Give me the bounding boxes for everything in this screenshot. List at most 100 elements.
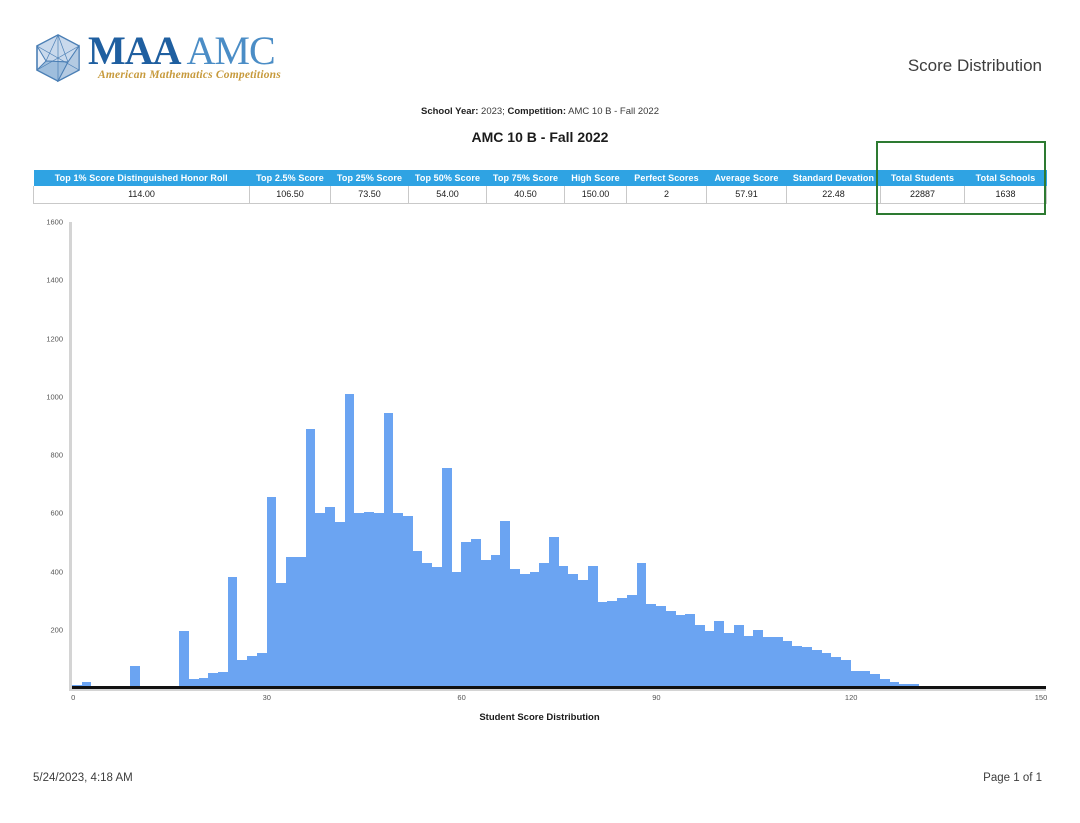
histogram-bar xyxy=(704,631,715,688)
table-header-row: Top 1% Score Distinguished Honor Roll Top… xyxy=(33,170,1047,186)
histogram-bar xyxy=(500,520,511,688)
table-cell: 2 xyxy=(626,186,707,204)
histogram-bar xyxy=(685,613,695,688)
table-cell: 1638 xyxy=(964,186,1047,204)
histogram-bar xyxy=(364,511,374,688)
histogram-bar xyxy=(792,645,803,688)
histogram-bar xyxy=(266,497,277,688)
histogram-bar xyxy=(130,666,141,688)
histogram-bar xyxy=(480,559,491,688)
page-title: Score Distribution xyxy=(907,56,1042,75)
table-header-cell: Average Score xyxy=(706,170,787,186)
y-axis-tick-label: 600 xyxy=(50,508,63,518)
histogram-bar xyxy=(490,555,501,688)
table-header-cell: Top 50% Score xyxy=(408,170,487,186)
histogram-bars xyxy=(72,222,1046,688)
histogram-bar xyxy=(821,653,832,688)
y-axis-tick-label: 200 xyxy=(50,625,63,635)
histogram-bar xyxy=(510,568,520,688)
histogram-bar xyxy=(811,650,822,688)
y-axis-tick-label: 400 xyxy=(50,567,63,576)
score-distribution-chart: 200 400 600 800 1000 1200 1400 1600 0 30 60 90 120 1… xyxy=(33,218,1047,724)
report-context-line: School Year: 2023; Competition: AMC 10 B… xyxy=(0,106,1080,117)
histogram-bar xyxy=(286,556,296,688)
histogram-bar xyxy=(276,583,287,688)
histogram-bar xyxy=(597,602,608,688)
table-row: 114.00 106.50 73.50 54.00 40.50 150.00 2 57.91 2… xyxy=(33,186,1047,204)
histogram-bar xyxy=(373,513,384,688)
histogram-bar xyxy=(344,393,355,688)
histogram-bar xyxy=(665,610,676,688)
histogram-bar xyxy=(763,637,773,688)
histogram-bar xyxy=(675,615,686,688)
histogram-bar xyxy=(315,513,326,688)
footer-page-info: Page 1 of 1 xyxy=(983,772,1042,784)
table-cell: 57.91 xyxy=(706,186,787,204)
y-axis: 200 400 600 800 1000 1200 1400 1600 xyxy=(33,218,67,692)
histogram-bar xyxy=(179,631,189,688)
logo-maa-text: MAA xyxy=(88,28,182,73)
table-cell: 150.00 xyxy=(564,186,627,204)
histogram-bar xyxy=(636,562,647,688)
table-header-cell: Total Schools xyxy=(964,170,1047,186)
y-axis-tick-label: 1000 xyxy=(46,392,63,402)
competition-title: AMC 10 B - Fall 2022 xyxy=(471,129,609,145)
histogram-bar xyxy=(743,635,754,688)
footer-timestamp: 5/24/2023, 4:18 AM xyxy=(33,772,133,784)
table-header-cell: High Score xyxy=(564,170,627,186)
histogram-bar xyxy=(733,625,744,688)
histogram-bar xyxy=(724,632,734,688)
competition-label: Competition: xyxy=(507,106,567,117)
table-header-cell: Top 25% Score xyxy=(330,170,409,186)
histogram-bar xyxy=(461,542,472,688)
x-axis-tick-label: 90 xyxy=(652,693,661,702)
histogram-bar xyxy=(256,653,267,688)
y-axis-tick-label: 800 xyxy=(50,450,63,460)
histogram-bar xyxy=(441,468,452,688)
maa-amc-logo: MAA AMC American Mathematics Competitions xyxy=(32,28,292,90)
histogram-bar xyxy=(305,428,316,688)
histogram-bar xyxy=(227,577,238,688)
report-page: MAA AMC American Mathematics Competitions… xyxy=(0,0,1080,823)
polyhedron-logo-icon xyxy=(32,32,84,84)
histogram-bar xyxy=(432,567,442,688)
histogram-bar xyxy=(646,603,657,688)
histogram-bar xyxy=(295,556,306,688)
table-cell: 73.50 xyxy=(330,186,409,204)
histogram-bar xyxy=(714,621,725,688)
table-cell: 106.50 xyxy=(249,186,331,204)
histogram-bar xyxy=(412,551,423,688)
school-year-value: 2023; xyxy=(481,106,505,117)
histogram-bar xyxy=(539,562,549,688)
logo-amc-text: AMC xyxy=(186,28,276,73)
histogram-bar xyxy=(772,637,783,688)
x-axis-tick-label: 30 xyxy=(262,693,271,702)
histogram-bar xyxy=(402,516,413,688)
histogram-bar xyxy=(393,513,403,688)
table-cell: 22.48 xyxy=(786,186,881,204)
table-header-cell: Perfect Scores xyxy=(626,170,707,186)
histogram-bar xyxy=(695,625,705,688)
histogram-bar xyxy=(831,657,842,688)
histogram-bar xyxy=(607,600,618,688)
table-header-cell: Standard Devation xyxy=(786,170,881,186)
table-header-cell: Total Students xyxy=(880,170,965,186)
histogram-bar xyxy=(529,571,540,688)
table-header-cell: Top 1% Score Distinguished Honor Roll xyxy=(33,170,250,186)
histogram-bar xyxy=(237,660,248,688)
logo-wordmark: MAA AMC American Mathematics Competitions xyxy=(88,28,281,82)
histogram-bar xyxy=(626,594,637,688)
histogram-bar xyxy=(354,513,365,688)
x-axis-title: Student Score Distribution xyxy=(479,712,600,723)
histogram-bar xyxy=(802,647,812,688)
y-axis-tick-label: 1600 xyxy=(46,217,63,227)
histogram-bar xyxy=(334,522,345,688)
histogram-bar xyxy=(753,629,764,688)
histogram-bar xyxy=(247,655,257,688)
histogram-bar xyxy=(325,507,335,688)
school-year-label: School Year: xyxy=(421,106,479,117)
histogram-bar xyxy=(568,574,579,688)
histogram-bar xyxy=(558,565,569,688)
histogram-bar xyxy=(587,565,598,688)
y-axis-tick-label: 1400 xyxy=(46,275,63,285)
